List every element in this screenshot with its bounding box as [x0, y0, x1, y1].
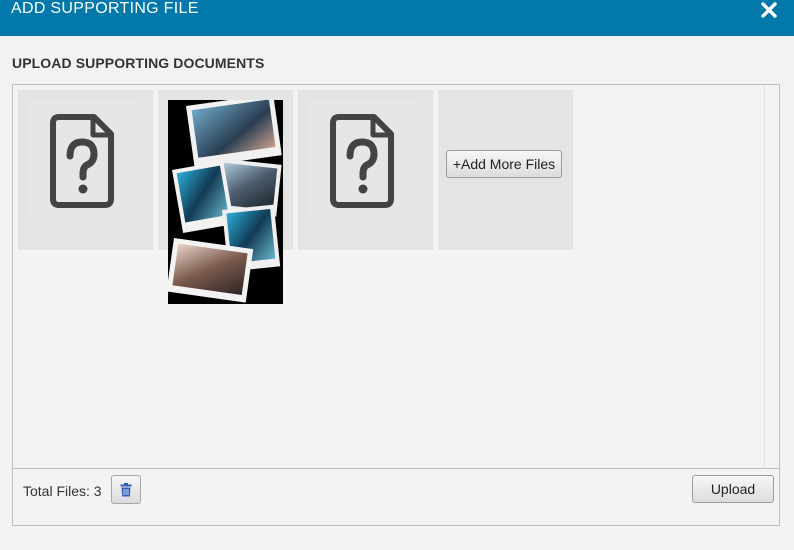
close-icon[interactable]: [760, 0, 778, 20]
delete-all-button[interactable]: [111, 475, 141, 504]
add-more-tile: +Add More Files: [438, 90, 573, 250]
file-list: +Add More Files: [13, 85, 779, 469]
panel-footer: Total Files: 3 Upload: [13, 470, 779, 525]
dialog-titlebar: ADD SUPPORTING FILE: [0, 0, 794, 36]
unknown-file-icon: [28, 100, 143, 215]
unknown-file-icon: [308, 100, 423, 215]
photo-collage-thumbnail[interactable]: [168, 100, 283, 304]
section-title: UPLOAD SUPPORTING DOCUMENTS: [12, 55, 265, 71]
dialog-title: ADD SUPPORTING FILE: [11, 0, 199, 17]
file-tile-3[interactable]: [298, 90, 433, 250]
upload-button[interactable]: Upload: [692, 475, 774, 503]
vertical-scrollbar[interactable]: [764, 85, 779, 468]
upload-panel: +Add More Files Total Files: 3 Upload: [12, 84, 780, 526]
file-tile-1[interactable]: [18, 90, 153, 250]
add-more-files-button[interactable]: +Add More Files: [446, 150, 562, 178]
trash-icon: [120, 483, 132, 497]
total-files-label: Total Files: 3: [23, 483, 102, 499]
